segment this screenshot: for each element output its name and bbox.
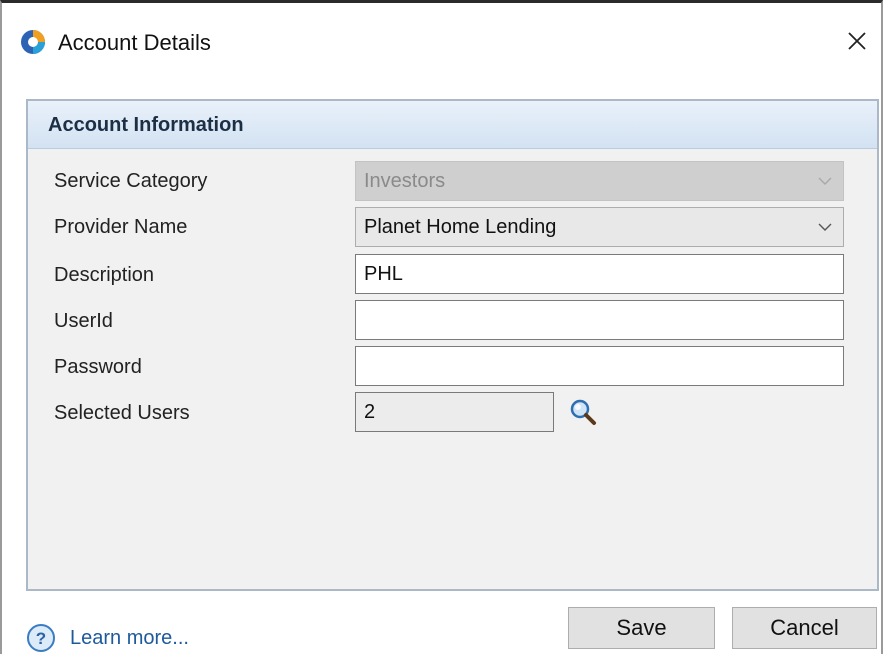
panel-title: Account Information: [48, 114, 244, 136]
account-details-dialog: Account Details Account Information Serv…: [0, 0, 883, 654]
app-logo-icon: [20, 29, 46, 55]
password-input[interactable]: [355, 346, 844, 386]
close-button[interactable]: [839, 23, 875, 59]
chevron-down-icon: [818, 223, 832, 231]
help-question-icon: ?: [26, 623, 56, 653]
panel-header: Account Information: [28, 101, 877, 149]
description-input[interactable]: PHL: [355, 254, 844, 294]
userid-input[interactable]: [355, 300, 844, 340]
service-category-dropdown: Investors: [355, 161, 844, 201]
description-label: Description: [54, 264, 155, 286]
save-button[interactable]: Save: [568, 607, 715, 649]
userid-label: UserId: [54, 310, 113, 332]
service-category-label: Service Category: [54, 170, 208, 192]
provider-name-dropdown[interactable]: Planet Home Lending: [355, 207, 844, 247]
window-title: Account Details: [58, 30, 211, 55]
close-icon: [848, 32, 866, 50]
service-category-value: Investors: [364, 170, 446, 192]
learn-more-link[interactable]: ? Learn more...: [26, 623, 266, 653]
password-label: Password: [54, 356, 142, 378]
magnifier-icon[interactable]: [568, 397, 598, 427]
provider-name-value: Planet Home Lending: [364, 216, 557, 238]
title-bar: Account Details: [2, 3, 881, 81]
selected-users-label: Selected Users: [54, 402, 190, 424]
account-information-panel: Account Information Service Category Inv…: [26, 99, 879, 591]
svg-text:?: ?: [36, 629, 46, 648]
cancel-button[interactable]: Cancel: [732, 607, 877, 649]
selected-users-field: 2: [355, 392, 554, 432]
provider-name-label: Provider Name: [54, 216, 188, 238]
chevron-down-icon: [818, 177, 832, 185]
learn-more-text: Learn more...: [70, 627, 189, 649]
